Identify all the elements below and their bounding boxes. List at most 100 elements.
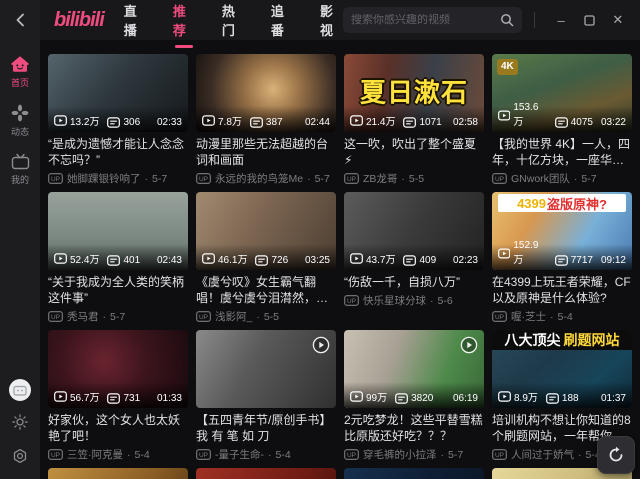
- danmaku-icon: [107, 117, 121, 128]
- video-thumbnail[interactable]: 4K 153.6万 4075 03:22: [492, 54, 632, 132]
- video-card[interactable]: 4399 盗版原神? 152.9万 7717 09:12 在4399上玩王者荣耀…: [492, 192, 632, 324]
- uploader-name[interactable]: 三笠·阿克曼: [67, 447, 123, 462]
- uploader-name[interactable]: 秃马君: [67, 309, 99, 324]
- video-title[interactable]: 2元吃梦龙！这些平替雪糕比原版还好吃？？？: [344, 412, 484, 444]
- uploader-name[interactable]: 她脚踝银铃响了: [67, 171, 141, 186]
- play-count-icon: [202, 253, 215, 264]
- uploader-row[interactable]: UP 穿毛裤的小拉泽 · 5-7: [344, 447, 484, 462]
- video-title[interactable]: 这一吹，吹出了整个盛夏⚡: [344, 136, 484, 168]
- video-thumbnail[interactable]: [196, 330, 336, 408]
- sidebar-item-home[interactable]: 首页: [10, 55, 30, 89]
- video-card[interactable]: 7.8万 387 02:44 动漫里那些无法超越的台词和画面 UP 永远的我的鸟…: [196, 54, 336, 186]
- video-card[interactable]: 99万 3820 06:19 2元吃梦龙！这些平替雪糕比原版还好吃？？？ UP …: [344, 330, 484, 462]
- uploader-row[interactable]: UP 三笠·阿克曼 · 5-4: [48, 447, 188, 462]
- overlay-text-red: 盗版原神?: [546, 196, 607, 212]
- upload-date: 5-7: [448, 448, 464, 461]
- video-thumbnail[interactable]: 46.1万 726 03:25: [196, 192, 336, 270]
- video-thumbnail[interactable]: [196, 468, 336, 479]
- close-button[interactable]: ✕: [606, 7, 630, 33]
- video-card[interactable]: 4K 153.6万 4075 03:22 【我的世界 4K】一人，四年，十亿方块…: [492, 54, 632, 186]
- user-avatar[interactable]: [9, 379, 31, 401]
- video-thumbnail[interactable]: 56.7万 731 01:33: [48, 330, 188, 408]
- uploader-name[interactable]: GNwork团队: [511, 171, 570, 186]
- uploader-name[interactable]: 人间过于娇气: [511, 447, 574, 462]
- maximize-button[interactable]: [577, 7, 601, 33]
- uploader-row[interactable]: UP 秃马君 · 5-7: [48, 309, 188, 324]
- video-title[interactable]: “伤敌一千，自损八万”: [344, 274, 484, 290]
- theme-toggle[interactable]: [12, 414, 28, 435]
- danmaku-count-label: 7717: [570, 255, 593, 266]
- video-title[interactable]: 在4399上玩王者荣耀，CF以及原神是什么体验?: [492, 274, 632, 306]
- video-card[interactable]: 13.2万 306 02:33 “是成为遗憾才能让人念念不忘吗？” UP 她脚踝…: [48, 54, 188, 186]
- svg-text:UP: UP: [347, 298, 356, 305]
- refresh-feed-button[interactable]: [597, 436, 635, 474]
- video-title[interactable]: 好家伙，这个女人也太妖艳了吧！: [48, 412, 188, 444]
- uploader-name[interactable]: ZB龙哥: [363, 171, 397, 186]
- 4k-quality-badge: 4K: [497, 59, 518, 75]
- video-card[interactable]: 夏日漱石 21.4万 1071 02:58 这一吹，吹出了整个盛夏⚡ UP ZB…: [344, 54, 484, 186]
- danmaku-count-label: 1071: [419, 117, 442, 128]
- meta-separator: ·: [550, 310, 554, 323]
- tab-anime[interactable]: 追番: [271, 0, 294, 43]
- tab-popular[interactable]: 热门: [222, 0, 245, 43]
- uploader-row[interactable]: UP GNwork团队 · 5-7: [492, 171, 632, 186]
- video-title[interactable]: 动漫里那些无法超越的台词和画面: [196, 136, 336, 168]
- duration-label: 09:12: [600, 255, 626, 266]
- search-box[interactable]: [343, 7, 522, 33]
- sidebar-item-mine[interactable]: 我的: [11, 153, 30, 186]
- uploader-name[interactable]: 穿毛裤的小拉泽: [363, 447, 437, 462]
- video-thumbnail[interactable]: [48, 468, 188, 479]
- video-title[interactable]: “关于我成为全人类的笑柄这件事”: [48, 274, 188, 306]
- video-title[interactable]: 《虞兮叹》女生霸气翻唱！虞兮虞兮泪潸然，代入感超强！: [196, 274, 336, 306]
- danmaku-icon: [546, 393, 559, 404]
- video-thumbnail[interactable]: 7.8万 387 02:44: [196, 54, 336, 132]
- sidebar-bottom-group: [9, 379, 31, 479]
- search-icon[interactable]: [500, 13, 514, 27]
- uploader-name[interactable]: 浅影阿_: [215, 309, 252, 324]
- sidebar-item-feed[interactable]: 动态: [11, 104, 29, 138]
- uploader-row[interactable]: UP 她脚踝银铃响了 · 5-7: [48, 171, 188, 186]
- video-card[interactable]: 【五四青年节/原创手书】我 有 笔 如 刀 UP -量子生命- · 5-4: [196, 330, 336, 462]
- video-thumbnail[interactable]: 4399 盗版原神? 152.9万 7717 09:12: [492, 192, 632, 270]
- video-card[interactable]: 280: [344, 468, 484, 479]
- uploader-row[interactable]: UP 浅影阿_ · 5-5: [196, 309, 336, 324]
- video-card[interactable]: 56.7万 731 01:33 好家伙，这个女人也太妖艳了吧！ UP 三笠·阿克…: [48, 330, 188, 462]
- video-card[interactable]: 52.4万 401 02:43 “关于我成为全人类的笑柄这件事” UP 秃马君 …: [48, 192, 188, 324]
- back-button[interactable]: [0, 0, 40, 40]
- search-input[interactable]: [351, 14, 500, 26]
- video-thumbnail[interactable]: 52.4万 401 02:43: [48, 192, 188, 270]
- video-card[interactable]: [48, 468, 188, 479]
- up-badge-icon: UP: [492, 173, 507, 184]
- uploader-row[interactable]: UP -量子生命- · 5-4: [196, 447, 336, 462]
- settings-button[interactable]: [12, 448, 28, 469]
- video-card[interactable]: 43.7万 409 02:23 “伤敌一千，自损八万” UP 快乐星球分球 · …: [344, 192, 484, 324]
- video-thumbnail[interactable]: 43.7万 409 02:23: [344, 192, 484, 270]
- uploader-row[interactable]: UP 喔·芝士 · 5-4: [492, 309, 632, 324]
- uploader-row[interactable]: UP 永远的我的鸟笼Me · 5-7: [196, 171, 336, 186]
- uploader-row[interactable]: UP 快乐星球分球 · 5-6: [344, 293, 484, 308]
- uploader-name[interactable]: -量子生命-: [215, 447, 264, 462]
- uploader-row[interactable]: UP ZB龙哥 · 5-5: [344, 171, 484, 186]
- video-thumbnail[interactable]: 夏日漱石 21.4万 1071 02:58: [344, 54, 484, 132]
- tab-recommend[interactable]: 推荐: [173, 0, 196, 48]
- thumbnail-overlay-text: 4399 盗版原神?: [498, 194, 626, 212]
- video-thumbnail[interactable]: 13.2万 306 02:33: [48, 54, 188, 132]
- video-card[interactable]: 46.1万 726 03:25 《虞兮叹》女生霸气翻唱！虞兮虞兮泪潸然，代入感超…: [196, 192, 336, 324]
- video-thumbnail[interactable]: 99万 3820 06:19: [344, 330, 484, 408]
- uploader-name[interactable]: 永远的我的鸟笼Me: [215, 171, 303, 186]
- video-thumbnail[interactable]: 280: [344, 468, 484, 479]
- video-card[interactable]: [196, 468, 336, 479]
- video-title[interactable]: 【五四青年节/原创手书】我 有 笔 如 刀: [196, 412, 336, 444]
- video-thumbnail[interactable]: 八大顶尖 刷题网站 8.9万 188 01:37: [492, 330, 632, 408]
- bilibili-app-window: 首页 动态 我的 bilibili 直播 推荐 热门 追番 影视 搜索你感兴趣的…: [0, 0, 640, 479]
- tab-movies[interactable]: 影视: [320, 0, 343, 43]
- video-title[interactable]: 【我的世界 4K】一人，四年，十亿方块，一座华夏城: [492, 136, 632, 168]
- uploader-name[interactable]: 喔·芝士: [511, 309, 546, 324]
- tab-live[interactable]: 直播: [124, 0, 147, 43]
- uploader-name[interactable]: 快乐星球分球: [363, 293, 426, 308]
- view-count: 7.8万: [202, 113, 242, 128]
- bilibili-logo[interactable]: bilibili: [54, 9, 105, 32]
- sidebar-item-label: 首页: [10, 78, 29, 88]
- video-title[interactable]: “是成为遗憾才能让人念念不忘吗？”: [48, 136, 188, 168]
- minimize-button[interactable]: –: [549, 7, 573, 33]
